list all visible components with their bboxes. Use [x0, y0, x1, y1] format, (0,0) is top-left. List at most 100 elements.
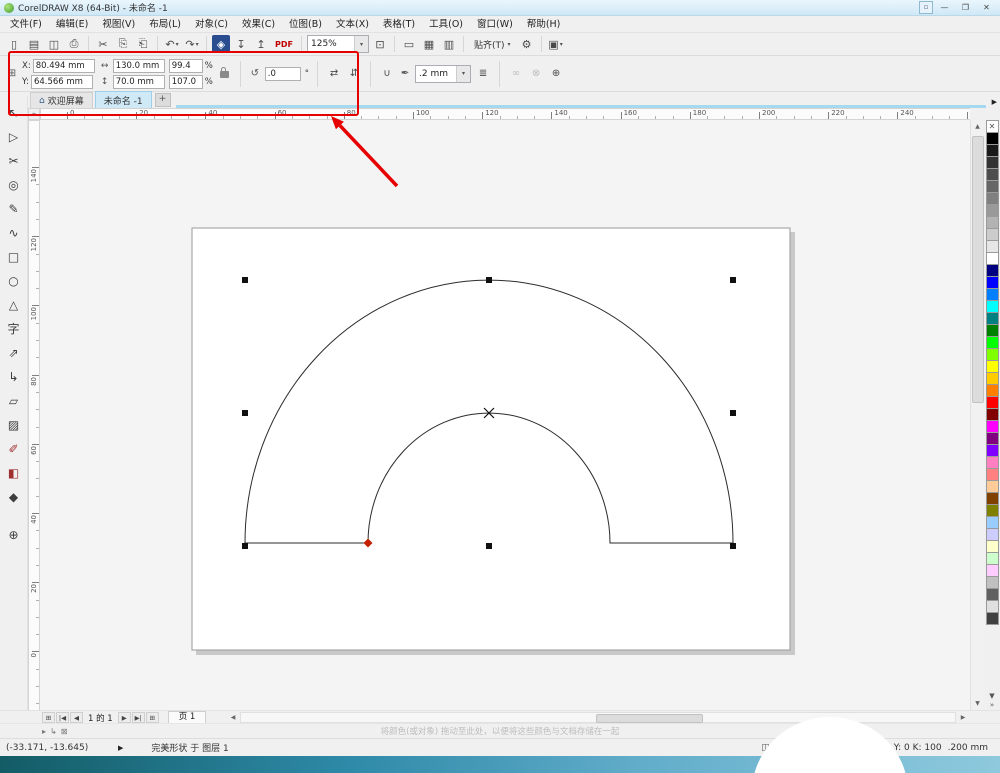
cut-icon[interactable]: ✂ [94, 35, 112, 53]
menu-item[interactable]: 编辑(E) [49, 16, 95, 33]
text-tool[interactable]: 字 [3, 318, 25, 339]
tab-scroll-arrow-icon[interactable]: ▶ [992, 98, 997, 106]
mirror-horizontal-button[interactable]: ⇄ [326, 66, 342, 82]
object-height-input[interactable] [112, 74, 165, 89]
menu-item[interactable]: 视图(V) [95, 16, 142, 33]
dropdown-caret-icon[interactable]: ▾ [176, 41, 179, 48]
outline-width-caret-icon[interactable]: ▾ [456, 65, 471, 82]
open-icon[interactable]: ▤ [25, 35, 43, 53]
selection-handle[interactable] [730, 543, 736, 549]
last-page-button[interactable]: ▶| [131, 712, 145, 723]
import-icon[interactable]: ↧ [232, 35, 250, 53]
show-guidelines-icon[interactable]: ▥ [440, 35, 458, 53]
show-rulers-icon[interactable]: ▭ [400, 35, 418, 53]
paste-icon[interactable]: ⎗ [134, 35, 152, 53]
object-width-input[interactable] [112, 58, 165, 73]
palette-scroll-down-icon[interactable]: ▼ [989, 692, 994, 701]
link-button-2[interactable]: ⊗ [528, 66, 544, 82]
rectangle-tool[interactable]: □ [3, 246, 25, 267]
next-page-button[interactable]: ▶ [117, 712, 131, 723]
crop-tool[interactable]: ✂ [3, 150, 25, 171]
zoom-level-input[interactable] [308, 39, 354, 49]
window-badge-icon[interactable]: ▫ [919, 1, 933, 14]
more-tools-button[interactable]: ⊕ [3, 524, 25, 545]
scale-x-input[interactable] [168, 58, 203, 73]
snap-to-button[interactable]: 贴齐(T) ▾ [469, 35, 516, 53]
options-gear-icon[interactable]: ⚙ [518, 35, 536, 53]
lock-ratio-icon[interactable] [219, 67, 229, 78]
launcher-icon[interactable]: ▣ ▾ [547, 35, 565, 53]
fullscreen-icon[interactable]: ⊡ [371, 35, 389, 53]
h-scroll-left-icon[interactable]: ◀ [227, 712, 239, 723]
color-swatch[interactable] [985, 612, 999, 625]
menu-item[interactable]: 工具(O) [422, 16, 470, 33]
drop-shadow-tool[interactable]: ▱ [3, 390, 25, 411]
ellipse-tool[interactable]: ○ [3, 270, 25, 291]
close-button[interactable]: ✕ [977, 1, 996, 14]
selection-handle[interactable] [486, 277, 492, 283]
ruler-origin[interactable]: ⌖ [28, 108, 40, 120]
x-position-input[interactable] [32, 58, 95, 73]
new-document-icon[interactable]: ▯ [5, 35, 23, 53]
flyout-arrow-icon[interactable]: ▸ [42, 727, 46, 736]
shape-tool[interactable]: ▷ [3, 126, 25, 147]
selection-handle[interactable] [242, 410, 248, 416]
add-page-button-2[interactable]: ⊞ [145, 712, 159, 723]
polygon-tool[interactable]: △ [3, 294, 25, 315]
zoom-caret-icon[interactable]: ▾ [354, 36, 368, 52]
new-tab-button[interactable]: + [154, 93, 171, 107]
menu-item[interactable]: 帮助(H) [520, 16, 568, 33]
parallel-dimension-tool[interactable]: ⇗ [3, 342, 25, 363]
v-ruler[interactable]: 140 120 100 80 60 40 20 0 [28, 120, 40, 710]
smart-fill-tool[interactable]: ◆ [3, 486, 25, 507]
no-color-icon[interactable]: ⊠ [61, 727, 68, 736]
drawing-canvas[interactable] [40, 120, 970, 710]
outline-width-input[interactable] [416, 68, 457, 79]
status-flyout-icon[interactable]: ▶ [118, 744, 123, 752]
freehand-tool[interactable]: ✎ [3, 198, 25, 219]
selection-handle[interactable] [242, 277, 248, 283]
wrap-text-button[interactable]: ≣ [475, 66, 491, 82]
prev-page-button[interactable]: ◀ [70, 712, 83, 723]
menu-item[interactable]: 窗口(W) [470, 16, 520, 33]
scroll-down-icon[interactable]: ▼ [971, 697, 984, 710]
drag-color-icon[interactable]: ↳ [50, 727, 57, 736]
menu-item[interactable]: 效果(C) [235, 16, 282, 33]
add-page-button[interactable]: ⊞ [42, 712, 55, 723]
dropdown-caret-icon[interactable]: ▾ [560, 41, 563, 48]
selection-handle[interactable] [486, 543, 492, 549]
pick-tool[interactable]: ↖ [3, 102, 25, 123]
scale-y-input[interactable] [168, 74, 203, 89]
drawing-area[interactable] [40, 120, 970, 710]
show-grid-icon[interactable]: ▦ [420, 35, 438, 53]
print-icon[interactable]: ⎙ [65, 35, 83, 53]
v-scroll-thumb[interactable] [972, 136, 984, 403]
dropdown-caret-icon[interactable]: ▾ [196, 41, 199, 48]
menu-item[interactable]: 文件(F) [3, 16, 49, 33]
selection-handle[interactable] [730, 410, 736, 416]
rotation-angle-input[interactable] [264, 66, 301, 81]
link-button-1[interactable]: ∞ [508, 66, 524, 82]
scroll-up-icon[interactable]: ▲ [971, 120, 984, 133]
copy-icon[interactable]: ⎘ [114, 35, 132, 53]
undo-icon[interactable]: ↶ ▾ [163, 35, 181, 53]
h-ruler[interactable]: 020406080100120140160180200220240260 [40, 108, 970, 120]
artistic-media-tool[interactable]: ∿ [3, 222, 25, 243]
h-scroll-right-icon[interactable]: ▶ [957, 712, 969, 723]
menu-item[interactable]: 布局(L) [142, 16, 188, 33]
h-scroll-thumb[interactable] [596, 714, 703, 723]
mirror-vertical-button[interactable]: ⇵ [346, 66, 362, 82]
menu-item[interactable]: 表格(T) [376, 16, 422, 33]
search-content-icon[interactable]: ◈ [212, 35, 230, 53]
connector-tool[interactable]: ↳ [3, 366, 25, 387]
color-eyedropper-tool[interactable]: ✐ [3, 438, 25, 459]
selection-handle[interactable] [730, 277, 736, 283]
tab-welcome[interactable]: ⌂ 欢迎屏幕 [30, 92, 93, 108]
menu-item[interactable]: 对象(C) [188, 16, 235, 33]
maximize-button[interactable]: ❐ [956, 1, 975, 14]
y-position-input[interactable] [30, 74, 93, 89]
v-scrollbar[interactable]: ▲ ▼ [970, 120, 984, 710]
save-icon[interactable]: ◫ [45, 35, 63, 53]
quick-customize-button[interactable]: ⊕ [548, 66, 564, 82]
first-page-button[interactable]: |◀ [56, 712, 69, 723]
